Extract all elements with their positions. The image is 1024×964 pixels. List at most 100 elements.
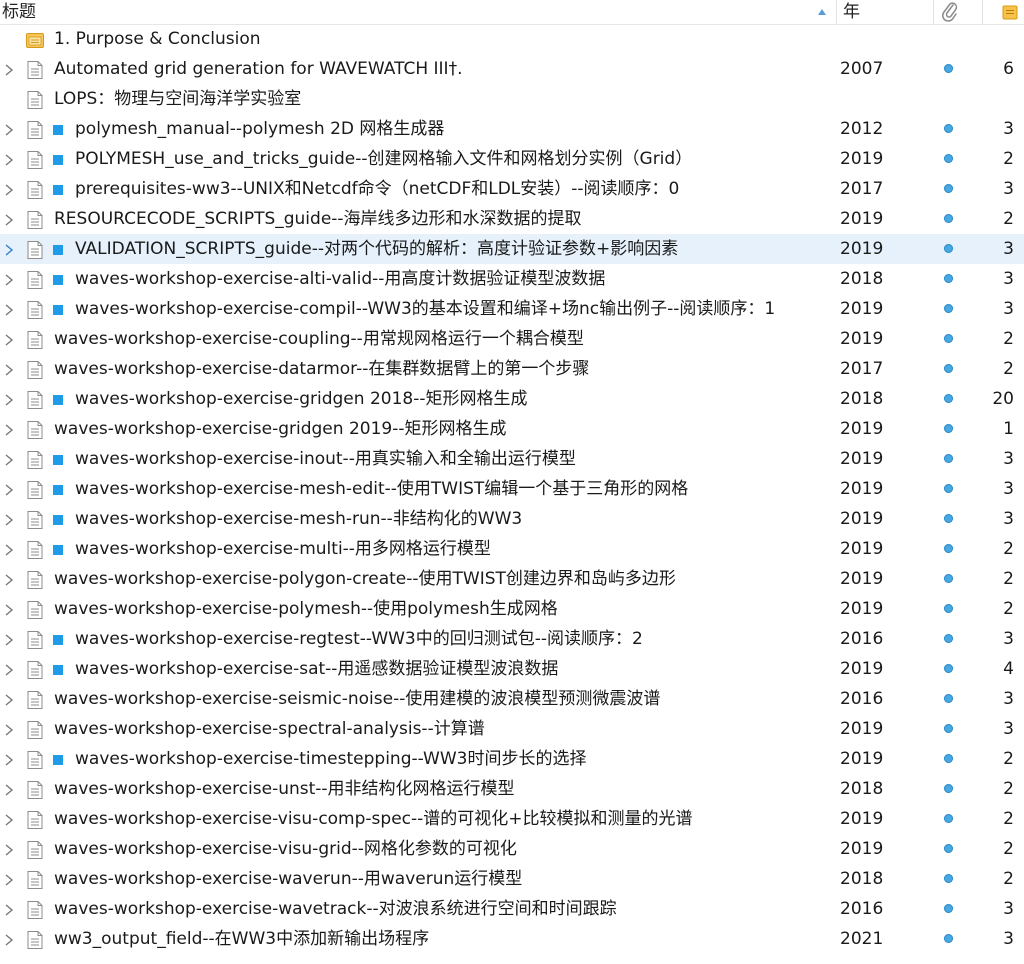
table-row[interactable]: Automated grid generation for WAVEWATCH … <box>0 54 1024 84</box>
attachment-dot-icon[interactable] <box>944 514 953 523</box>
chevron-right-icon[interactable] <box>2 872 16 886</box>
chevron-right-icon[interactable] <box>2 62 16 76</box>
table-row[interactable]: waves-workshop-exercise-mesh-edit--使用TWI… <box>0 474 1024 504</box>
blue-tag-icon <box>53 755 63 765</box>
table-row[interactable]: waves-workshop-exercise-unst--用非结构化网格运行模… <box>0 774 1024 804</box>
attachment-dot-icon[interactable] <box>944 544 953 553</box>
chevron-right-icon[interactable] <box>2 752 16 766</box>
attachment-dot-icon[interactable] <box>944 604 953 613</box>
chevron-right-icon[interactable] <box>2 902 16 916</box>
attachment-dot-icon[interactable] <box>944 64 953 73</box>
table-row[interactable]: waves-workshop-exercise-coupling--用常规网格运… <box>0 324 1024 354</box>
row-year: 2018 <box>840 269 884 289</box>
table-row[interactable]: waves-workshop-exercise-visu-comp-spec--… <box>0 804 1024 834</box>
table-row[interactable]: waves-workshop-exercise-gridgen 2019--矩形… <box>0 414 1024 444</box>
attachment-dot-icon[interactable] <box>944 904 953 913</box>
table-row[interactable]: waves-workshop-exercise-mesh-run--非结构化的W… <box>0 504 1024 534</box>
table-row[interactable]: VALIDATION_SCRIPTS_guide--对两个代码的解析：高度计验证… <box>0 234 1024 264</box>
attachment-dot-icon[interactable] <box>944 664 953 673</box>
chevron-right-icon[interactable] <box>2 272 16 286</box>
table-row[interactable]: 1. Purpose & Conclusion <box>0 24 1024 54</box>
attachment-dot-icon[interactable] <box>944 424 953 433</box>
column-header-year[interactable]: 年 <box>843 0 860 24</box>
paperclip-icon[interactable] <box>941 0 959 24</box>
table-row[interactable]: RESOURCECODE_SCRIPTS_guide--海岸线多边形和水深数据的… <box>0 204 1024 234</box>
table-row[interactable]: waves-workshop-exercise-visu-grid--网格化参数… <box>0 834 1024 864</box>
attachment-dot-icon[interactable] <box>944 724 953 733</box>
table-row[interactable]: waves-workshop-exercise-regtest--WW3中的回归… <box>0 624 1024 654</box>
attachment-dot-icon[interactable] <box>944 844 953 853</box>
table-row[interactable]: waves-workshop-exercise-wavetrack--对波浪系统… <box>0 894 1024 924</box>
chevron-right-icon[interactable] <box>2 632 16 646</box>
table-row[interactable]: waves-workshop-exercise-multi--用多网格运行模型 2… <box>0 534 1024 564</box>
table-row[interactable]: waves-workshop-exercise-alti-valid--用高度计… <box>0 264 1024 294</box>
attachment-dot-icon[interactable] <box>944 754 953 763</box>
table-row[interactable]: waves-workshop-exercise-spectral-analysi… <box>0 714 1024 744</box>
attachment-dot-icon[interactable] <box>944 874 953 883</box>
table-row[interactable]: waves-workshop-exercise-datarmor--在集群数据臂… <box>0 354 1024 384</box>
chevron-right-icon[interactable] <box>2 122 16 136</box>
attachment-dot-icon[interactable] <box>944 394 953 403</box>
chevron-right-icon[interactable] <box>2 422 16 436</box>
chevron-right-icon[interactable] <box>2 782 16 796</box>
chevron-right-icon[interactable] <box>2 662 16 676</box>
sort-ascending-icon[interactable] <box>816 0 832 24</box>
chevron-right-icon[interactable] <box>2 302 16 316</box>
chevron-right-icon[interactable] <box>2 152 16 166</box>
attachment-dot-icon[interactable] <box>944 274 953 283</box>
chevron-right-icon[interactable] <box>2 722 16 736</box>
table-row[interactable]: prerequisites-ww3--UNIX和Netcdf命令（netCDF和… <box>0 174 1024 204</box>
attachment-dot-icon[interactable] <box>944 244 953 253</box>
table-row[interactable]: waves-workshop-exercise-seismic-noise--使… <box>0 684 1024 714</box>
attachment-dot-icon[interactable] <box>944 694 953 703</box>
chevron-right-icon[interactable] <box>2 932 16 946</box>
column-header-bar: 标题 年 <box>0 0 1024 25</box>
attachment-dot-icon[interactable] <box>944 184 953 193</box>
attachment-dot-icon[interactable] <box>944 124 953 133</box>
table-row[interactable]: POLYMESH_use_and_tricks_guide--创建网格输入文件和… <box>0 144 1024 174</box>
chevron-right-icon[interactable] <box>2 692 16 706</box>
attachment-dot-icon[interactable] <box>944 304 953 313</box>
chevron-right-icon[interactable] <box>2 812 16 826</box>
chevron-right-icon[interactable] <box>2 512 16 526</box>
attachment-dot-icon[interactable] <box>944 484 953 493</box>
table-row[interactable]: waves-workshop-exercise-polymesh--使用poly… <box>0 594 1024 624</box>
chevron-right-icon[interactable] <box>2 182 16 196</box>
table-row[interactable]: polymesh_manual--polymesh 2D 网格生成器 2012 3 <box>0 114 1024 144</box>
note-icon[interactable] <box>1001 0 1019 24</box>
chevron-right-icon[interactable] <box>2 362 16 376</box>
row-notes-count: 1 <box>1003 419 1014 439</box>
attachment-dot-icon[interactable] <box>944 574 953 583</box>
attachment-dot-icon[interactable] <box>944 364 953 373</box>
chevron-right-icon[interactable] <box>2 212 16 226</box>
table-row[interactable]: waves-workshop-exercise-inout--用真实输入和全输出… <box>0 444 1024 474</box>
attachment-dot-icon[interactable] <box>944 214 953 223</box>
column-header-title[interactable]: 标题 <box>2 0 36 24</box>
attachment-dot-icon[interactable] <box>944 634 953 643</box>
table-row[interactable]: LOPS：物理与空间海洋学实验室 <box>0 84 1024 114</box>
chevron-right-icon[interactable] <box>2 242 16 256</box>
attachment-dot-icon[interactable] <box>944 814 953 823</box>
table-row[interactable]: waves-workshop-exercise-compil--WW3的基本设置… <box>0 294 1024 324</box>
table-row[interactable]: waves-workshop-exercise-sat--用遥感数据验证模型波浪… <box>0 654 1024 684</box>
attachment-dot-icon[interactable] <box>944 934 953 943</box>
chevron-right-icon[interactable] <box>2 392 16 406</box>
row-title: waves-workshop-exercise-waverun--用waveru… <box>54 869 523 889</box>
table-row[interactable]: waves-workshop-exercise-polygon-create--… <box>0 564 1024 594</box>
attachment-dot-icon[interactable] <box>944 334 953 343</box>
row-year: 2017 <box>840 359 884 379</box>
chevron-right-icon[interactable] <box>2 572 16 586</box>
attachment-dot-icon[interactable] <box>944 154 953 163</box>
table-row[interactable]: waves-workshop-exercise-timestepping--WW… <box>0 744 1024 774</box>
table-row[interactable]: ww3_output_field--在WW3中添加新输出场程序 2021 3 <box>0 924 1024 954</box>
chevron-right-icon[interactable] <box>2 332 16 346</box>
attachment-dot-icon[interactable] <box>944 784 953 793</box>
chevron-right-icon[interactable] <box>2 602 16 616</box>
table-row[interactable]: waves-workshop-exercise-gridgen 2018--矩形… <box>0 384 1024 414</box>
chevron-right-icon[interactable] <box>2 482 16 496</box>
table-row[interactable]: waves-workshop-exercise-waverun--用waveru… <box>0 864 1024 894</box>
chevron-right-icon[interactable] <box>2 842 16 856</box>
chevron-right-icon[interactable] <box>2 542 16 556</box>
attachment-dot-icon[interactable] <box>944 454 953 463</box>
chevron-right-icon[interactable] <box>2 452 16 466</box>
